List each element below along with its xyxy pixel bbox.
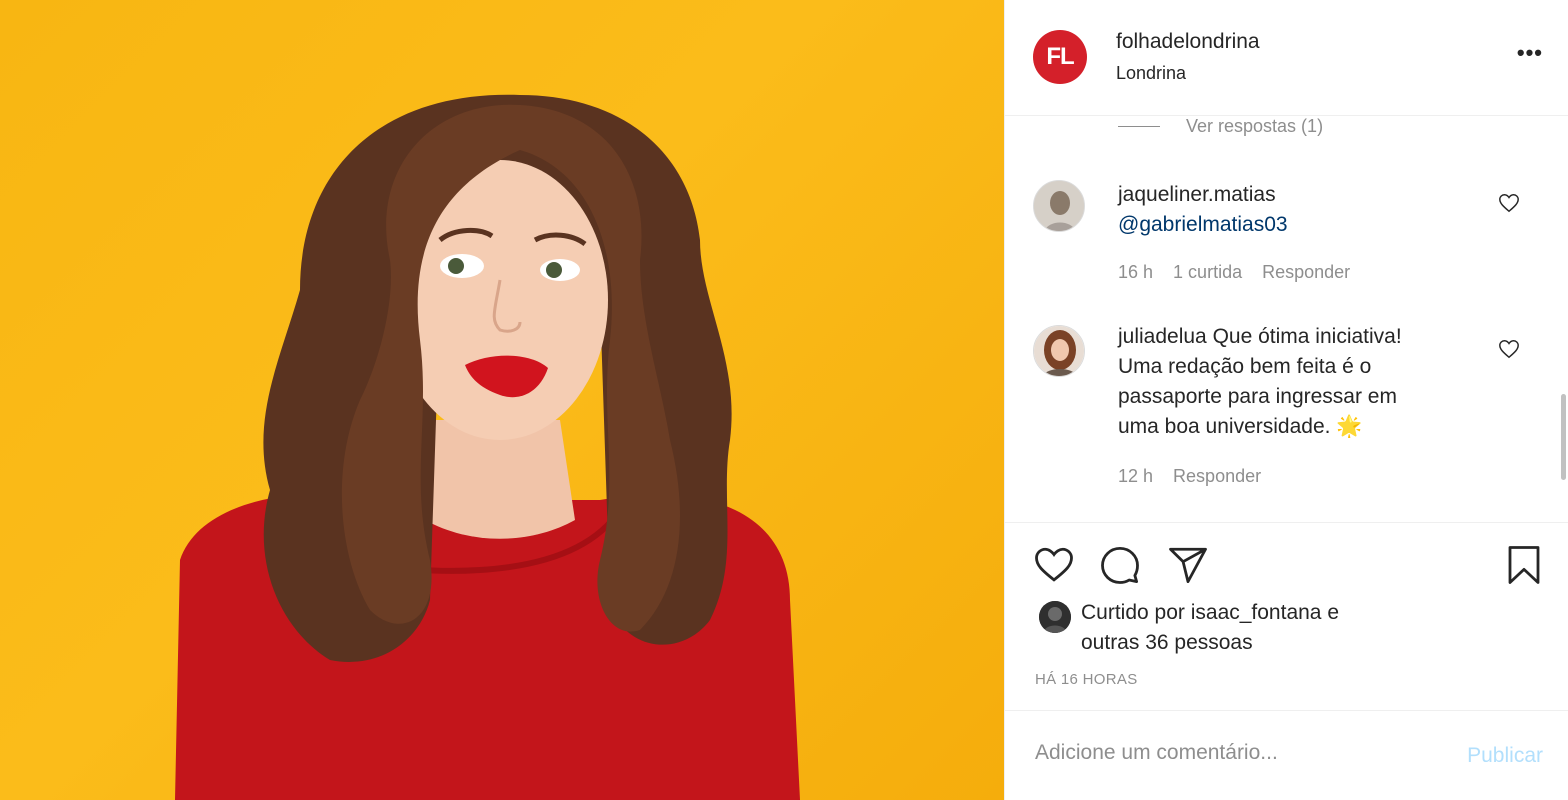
account-avatar[interactable]: FL bbox=[1033, 30, 1087, 84]
liked-by-suffix: e bbox=[1321, 601, 1340, 624]
liked-by-others[interactable]: outras 36 pessoas bbox=[1081, 628, 1339, 658]
comment-time: 16 h bbox=[1118, 262, 1154, 282]
avatar-image bbox=[1034, 181, 1084, 231]
account-username[interactable]: folhadelondrina bbox=[1116, 30, 1260, 54]
post-photo[interactable] bbox=[0, 0, 1004, 800]
comment-mention[interactable]: @gabrielmatias03 bbox=[1118, 210, 1288, 240]
woman-illustration bbox=[175, 94, 800, 800]
publish-button[interactable]: Publicar bbox=[1467, 744, 1543, 768]
comments-scrollbar[interactable] bbox=[1561, 394, 1566, 480]
avatar[interactable] bbox=[1033, 325, 1085, 377]
view-replies-button[interactable]: Ver respostas (1) bbox=[1118, 116, 1323, 137]
reply-button[interactable]: Responder bbox=[1173, 466, 1261, 487]
comment-like-heart-icon[interactable] bbox=[1498, 338, 1520, 360]
actions-divider bbox=[1005, 522, 1568, 524]
post-timestamp[interactable]: HÁ 16 HORAS bbox=[1035, 671, 1138, 688]
comment-input[interactable]: Adicione um comentário... bbox=[1035, 741, 1278, 765]
replies-divider bbox=[1118, 126, 1160, 127]
comment-meta: 16 h 1 curtida Responder bbox=[1118, 262, 1350, 283]
comment-time: 12 h bbox=[1118, 466, 1154, 486]
share-icon[interactable] bbox=[1167, 544, 1209, 586]
reply-button[interactable]: Responder bbox=[1262, 262, 1350, 283]
heart-icon[interactable] bbox=[1033, 544, 1075, 586]
comment-username[interactable]: jaqueliner.matias bbox=[1118, 180, 1288, 210]
comment-text-line-4: uma boa universidade. 🌟 bbox=[1118, 415, 1363, 438]
comment-username[interactable]: juliadelua bbox=[1118, 325, 1207, 348]
post-location[interactable]: Londrina bbox=[1116, 63, 1186, 84]
liked-by-avatar-image bbox=[1039, 601, 1071, 633]
add-comment-bar: Adicione um comentário... Publicar bbox=[1005, 710, 1568, 800]
comment-text-line-1: Que ótima iniciativa! bbox=[1212, 325, 1402, 348]
liked-by-text[interactable]: Curtido por isaac_fontana e outras 36 pe… bbox=[1081, 598, 1339, 658]
liked-by-user[interactable]: isaac_fontana bbox=[1191, 601, 1322, 624]
comment-like-heart-icon[interactable] bbox=[1498, 192, 1520, 214]
post-header: FL folhadelondrina Londrina ••• bbox=[1005, 0, 1568, 116]
bookmark-icon[interactable] bbox=[1503, 544, 1545, 586]
more-options-icon[interactable]: ••• bbox=[1517, 40, 1543, 66]
avatar-image bbox=[1034, 326, 1084, 376]
comment-body: jaqueliner.matias @gabrielmatias03 bbox=[1118, 180, 1288, 240]
liked-by-avatar[interactable] bbox=[1039, 601, 1071, 633]
comment-text-line-3: passaporte para ingressar em bbox=[1118, 385, 1397, 408]
post-side-panel: FL folhadelondrina Londrina ••• Ver resp… bbox=[1004, 0, 1568, 800]
comment-likes-count[interactable]: 1 curtida bbox=[1173, 262, 1242, 283]
logo-text: FL bbox=[1046, 43, 1074, 70]
comment-text-line-2: Uma redação bem feita é o bbox=[1118, 355, 1372, 378]
comment-body: juliadelua Que ótima iniciativa! Uma red… bbox=[1118, 322, 1402, 442]
comment-icon[interactable] bbox=[1099, 544, 1141, 586]
liked-by-prefix: Curtido por bbox=[1081, 601, 1191, 624]
avatar[interactable] bbox=[1033, 180, 1085, 232]
view-replies-label: Ver respostas (1) bbox=[1186, 116, 1324, 136]
comment-meta: 12 h Responder bbox=[1118, 466, 1261, 487]
